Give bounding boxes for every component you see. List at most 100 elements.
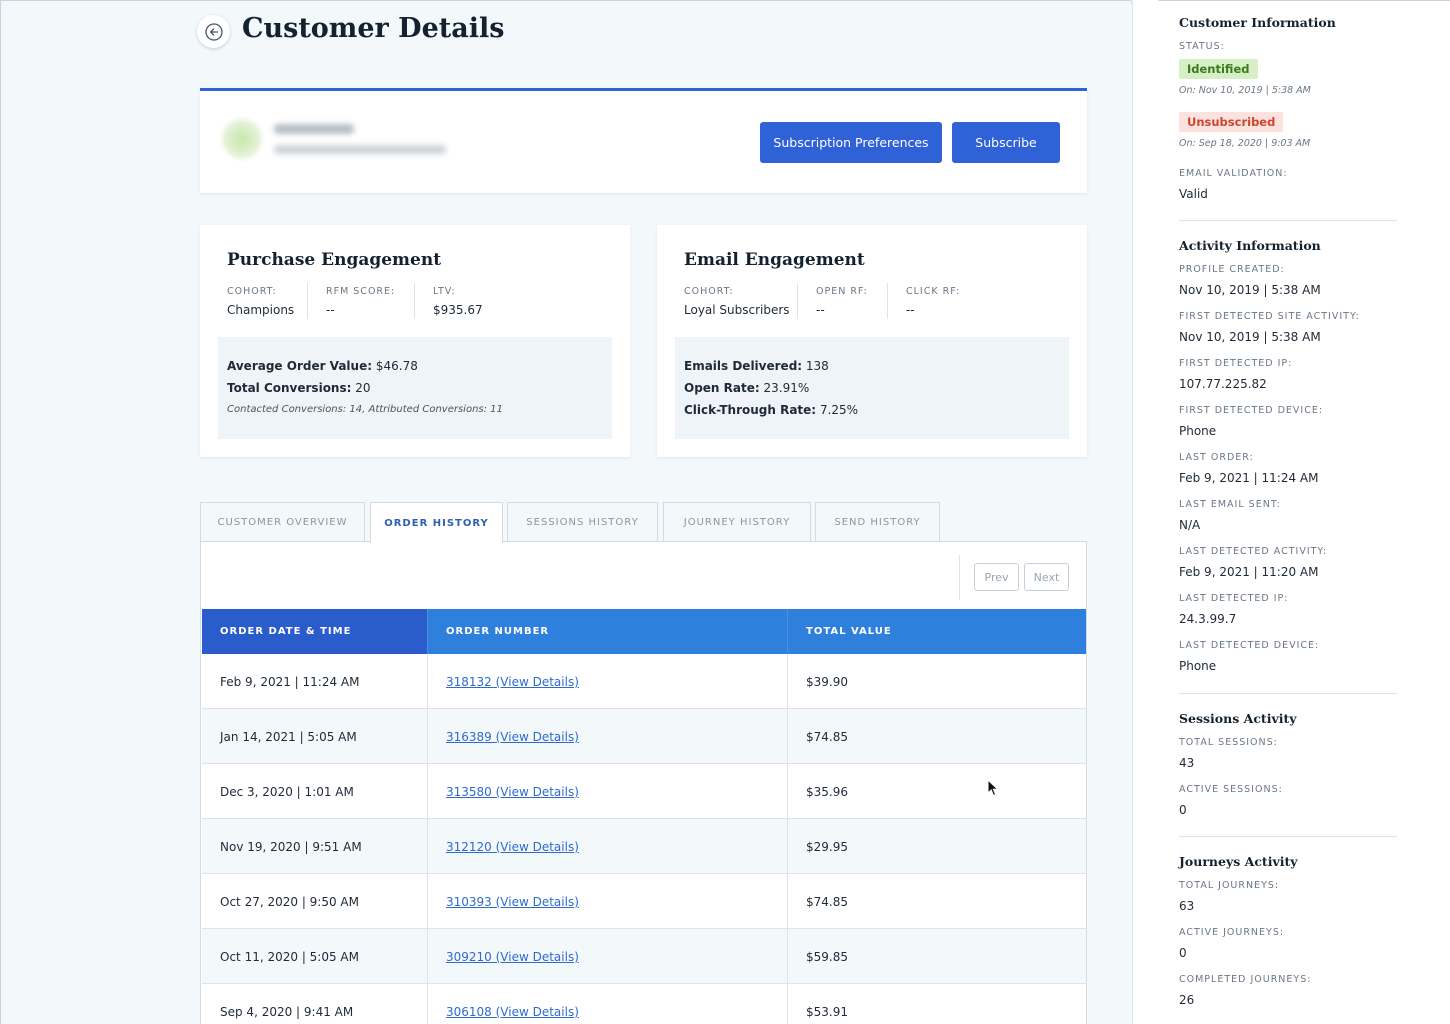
first-site-activity-value: Nov 10, 2019 | 5:38 AM — [1179, 330, 1321, 344]
metric-value: Loyal Subscribers — [684, 303, 790, 317]
status-badge-unsubscribed: Unsubscribed — [1179, 112, 1284, 132]
metric-label: COHORT: — [227, 286, 277, 297]
metric-value: -- — [326, 303, 335, 317]
metric-value: Champions — [227, 303, 295, 317]
total-journeys-label: TOTAL JOURNEYS: — [1179, 880, 1280, 891]
order-number-link[interactable]: 318132 (View Details) — [427, 654, 787, 709]
open-rate: Open Rate: 23.91% — [684, 381, 809, 395]
tab-customer-overview[interactable]: CUSTOMER OVERVIEW — [200, 502, 365, 542]
avatar — [222, 119, 262, 159]
tab-journey-history[interactable]: JOURNEY HISTORY — [663, 502, 811, 542]
cohort-metric: COHORT: Champions — [227, 286, 294, 317]
last-device-value: Phone — [1179, 659, 1217, 673]
purchase-stats-box: Average Order Value: $46.78 Total Conver… — [218, 337, 612, 439]
first-device-value: Phone — [1179, 424, 1217, 438]
cohort-metric: COHORT: Loyal Subscribers — [684, 286, 790, 317]
emails-delivered: Emails Delivered: 138 — [684, 359, 829, 373]
order-number-link[interactable]: 310393 (View Details) — [427, 874, 787, 929]
total-conversions: Total Conversions: 20 — [227, 381, 371, 395]
column-header-order-date[interactable]: ORDER DATE & TIME — [202, 609, 427, 654]
divider — [414, 283, 415, 319]
table-row: Nov 19, 2020 | 9:51 AM 312120 (View Deta… — [202, 819, 1086, 874]
table-row: Oct 11, 2020 | 5:05 AM 309210 (View Deta… — [202, 929, 1086, 984]
card-title: Email Engagement — [684, 250, 865, 270]
tab-order-history[interactable]: ORDER HISTORY — [370, 502, 503, 543]
last-order-label: LAST ORDER: — [1179, 452, 1254, 463]
stat-label: Open Rate: — [684, 381, 760, 395]
order-number-link[interactable]: 309210 (View Details) — [427, 929, 787, 984]
order-date-cell: Feb 9, 2021 | 11:24 AM — [220, 674, 360, 689]
divider — [959, 555, 960, 600]
metric-value: -- — [906, 303, 915, 317]
metric-label: OPEN RF: — [816, 286, 868, 297]
order-date-cell: Jan 14, 2021 | 5:05 AM — [220, 729, 357, 744]
email-engagement-card: Email Engagement COHORT: Loyal Subscribe… — [657, 225, 1087, 457]
order-number-link[interactable]: 316389 (View Details) — [427, 709, 787, 764]
column-header-total-value[interactable]: TOTAL VALUE — [787, 609, 1086, 654]
order-date-cell: Dec 3, 2020 | 1:01 AM — [220, 784, 354, 799]
tab-send-history[interactable]: SEND HISTORY — [815, 502, 940, 542]
active-sessions-value: 0 — [1179, 803, 1187, 817]
purchase-engagement-card: Purchase Engagement COHORT: Champions RF… — [200, 225, 630, 457]
active-sessions-label: ACTIVE SESSIONS: — [1179, 784, 1283, 795]
subscribe-button[interactable]: Subscribe — [952, 122, 1060, 163]
order-date-cell: Oct 27, 2020 | 9:50 AM — [220, 894, 359, 909]
metric-label: RFM SCORE: — [326, 286, 396, 297]
metric-value: -- — [816, 303, 825, 317]
subscription-preferences-button[interactable]: Subscription Preferences — [760, 122, 942, 163]
metric-label: CLICK RF: — [906, 286, 961, 297]
identified-date: On: Nov 10, 2019 | 5:38 AM — [1179, 85, 1311, 96]
divider — [307, 283, 308, 319]
last-ip-label: LAST DETECTED IP: — [1179, 593, 1289, 604]
total-journeys-value: 63 — [1179, 899, 1195, 913]
status-badge-identified: Identified — [1179, 59, 1258, 79]
total-sessions-label: TOTAL SESSIONS: — [1179, 737, 1278, 748]
prev-button[interactable]: Prev — [974, 563, 1019, 591]
completed-journeys-value: 26 — [1179, 993, 1195, 1007]
arrow-left-circle-icon — [204, 22, 223, 41]
last-activity-value: Feb 9, 2021 | 11:20 AM — [1179, 565, 1319, 579]
order-date-cell: Sep 4, 2020 | 9:41 AM — [220, 1004, 354, 1019]
last-device-label: LAST DETECTED DEVICE: — [1179, 640, 1320, 651]
active-journeys-value: 0 — [1179, 946, 1187, 960]
metric-label: COHORT: — [684, 286, 734, 297]
stat-value: $46.78 — [375, 359, 418, 373]
order-value-cell: $74.85 — [787, 709, 1086, 764]
rfm-score-metric: RFM SCORE: -- — [326, 286, 395, 317]
tab-sessions-history[interactable]: SESSIONS HISTORY — [507, 502, 658, 542]
completed-journeys-label: COMPLETED JOURNEYS: — [1179, 974, 1312, 985]
last-ip-value: 24.3.99.7 — [1179, 612, 1237, 626]
ltv-metric: LTV: $935.67 — [433, 286, 483, 317]
stat-label: Average Order Value: — [227, 359, 373, 373]
table-row: Jan 14, 2021 | 5:05 AM 316389 (View Deta… — [202, 709, 1086, 764]
order-date-cell: Oct 11, 2020 | 5:05 AM — [220, 949, 359, 964]
order-value-cell: $53.91 — [787, 984, 1086, 1024]
first-device-label: FIRST DETECTED DEVICE: — [1179, 405, 1324, 416]
order-value-cell: $29.95 — [787, 819, 1086, 874]
click-rf-metric: CLICK RF: -- — [906, 286, 960, 317]
open-rf-metric: OPEN RF: -- — [816, 286, 868, 317]
profile-created-value: Nov 10, 2019 | 5:38 AM — [1179, 283, 1321, 297]
mouse-cursor-icon — [987, 779, 999, 797]
table-row: Sep 4, 2020 | 9:41 AM 306108 (View Detai… — [202, 984, 1086, 1024]
divider — [1179, 693, 1397, 694]
click-through-rate: Click-Through Rate: 7.25% — [684, 403, 858, 417]
back-button[interactable] — [197, 15, 230, 48]
divider — [797, 283, 798, 319]
order-number-link[interactable]: 306108 (View Details) — [427, 984, 787, 1024]
status-label: STATUS: — [1179, 41, 1225, 52]
stat-value: 23.91% — [763, 381, 810, 395]
total-sessions-value: 43 — [1179, 756, 1195, 770]
order-history-panel: Prev Next ORDER DATE & TIME ORDER NUMBER… — [200, 541, 1087, 1024]
email-validation-value: Valid — [1179, 187, 1208, 201]
order-date-cell: Nov 19, 2020 | 9:51 AM — [220, 839, 362, 854]
card-title: Purchase Engagement — [227, 250, 442, 270]
page-title: Customer Details — [242, 13, 505, 44]
column-header-order-number[interactable]: ORDER NUMBER — [427, 609, 787, 654]
next-button[interactable]: Next — [1024, 563, 1069, 591]
order-rows: Feb 9, 2021 | 11:24 AM 318132 (View Deta… — [202, 654, 1086, 1024]
conversions-note: Contacted Conversions: 14, Attributed Co… — [227, 404, 503, 415]
order-number-link[interactable]: 313580 (View Details) — [427, 764, 787, 819]
stat-value: 7.25% — [819, 403, 859, 417]
order-number-link[interactable]: 312120 (View Details) — [427, 819, 787, 874]
